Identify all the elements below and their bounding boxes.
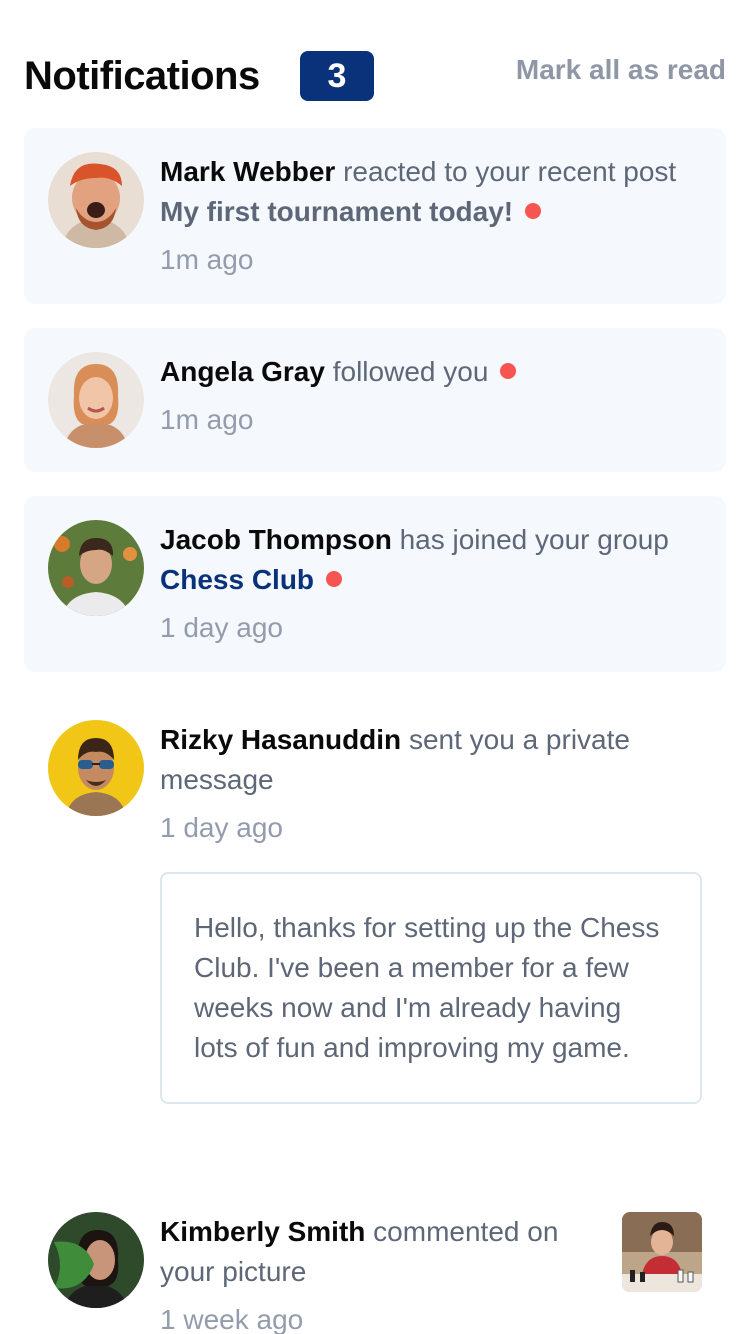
- user-name[interactable]: Mark Webber: [160, 156, 335, 187]
- notification-body: Mark Webber reacted to your recent post …: [160, 152, 698, 280]
- notification-item[interactable]: Mark Webber reacted to your recent post …: [24, 128, 726, 304]
- avatar-angela-gray-icon: [48, 352, 144, 448]
- unread-count-badge: 3: [300, 51, 374, 101]
- user-name[interactable]: Angela Gray: [160, 356, 325, 387]
- avatar-jacob-thompson-icon: [48, 520, 144, 616]
- notification-time: 1 day ago: [160, 812, 283, 843]
- unread-dot: [500, 362, 517, 379]
- notification-item[interactable]: Kimberly Smith commented on your picture…: [24, 1188, 726, 1334]
- page-title: Notifications: [24, 54, 260, 98]
- notification-time: 1m ago: [160, 244, 254, 275]
- avatar[interactable]: [48, 720, 144, 816]
- chess-picture-icon: [622, 1212, 702, 1292]
- notification-action: reacted to your recent post: [343, 156, 677, 187]
- notifications-page: Notifications 3 Mark all as read Mark We…: [0, 0, 750, 1334]
- avatar[interactable]: [48, 152, 144, 248]
- notification-item[interactable]: Jacob Thompson has joined your group Che…: [24, 496, 726, 672]
- mark-all-as-read-button[interactable]: Mark all as read: [516, 54, 726, 86]
- avatar-rizky-hasanuddin-icon: [48, 720, 144, 816]
- notification-action: followed you: [332, 356, 489, 387]
- unread-dot: [326, 570, 343, 587]
- post-link[interactable]: My first tournament today!: [160, 196, 513, 227]
- avatar[interactable]: [48, 352, 144, 448]
- unread-dot: [525, 202, 542, 219]
- user-name[interactable]: Kimberly Smith: [160, 1216, 365, 1247]
- user-name[interactable]: Rizky Hasanuddin: [160, 724, 401, 755]
- notification-time: 1 week ago: [160, 1304, 304, 1334]
- notification-time: 1 day ago: [160, 612, 283, 643]
- group-link[interactable]: Chess Club: [160, 564, 314, 595]
- commented-picture-thumbnail[interactable]: [622, 1212, 702, 1292]
- user-name[interactable]: Jacob Thompson: [160, 524, 392, 555]
- avatar[interactable]: [48, 520, 144, 616]
- notification-body: Angela Gray followed you 1m ago: [160, 352, 698, 440]
- private-message-preview[interactable]: Hello, thanks for setting up the Chess C…: [160, 872, 702, 1104]
- header: Notifications 3 Mark all as read: [24, 50, 726, 102]
- notification-body: Kimberly Smith commented on your picture…: [160, 1212, 602, 1334]
- notification-body: Rizky Hasanuddin sent you a private mess…: [160, 720, 698, 848]
- notification-time: 1m ago: [160, 404, 254, 435]
- avatar-mark-webber-icon: [48, 152, 144, 248]
- avatar[interactable]: [48, 1212, 144, 1308]
- notification-action: has joined your group: [399, 524, 669, 555]
- avatar-kimberly-smith-icon: [48, 1212, 144, 1308]
- notification-body: Jacob Thompson has joined your group Che…: [160, 520, 698, 648]
- notification-item[interactable]: Rizky Hasanuddin sent you a private mess…: [24, 696, 726, 1156]
- notification-item[interactable]: Angela Gray followed you 1m ago: [24, 328, 726, 472]
